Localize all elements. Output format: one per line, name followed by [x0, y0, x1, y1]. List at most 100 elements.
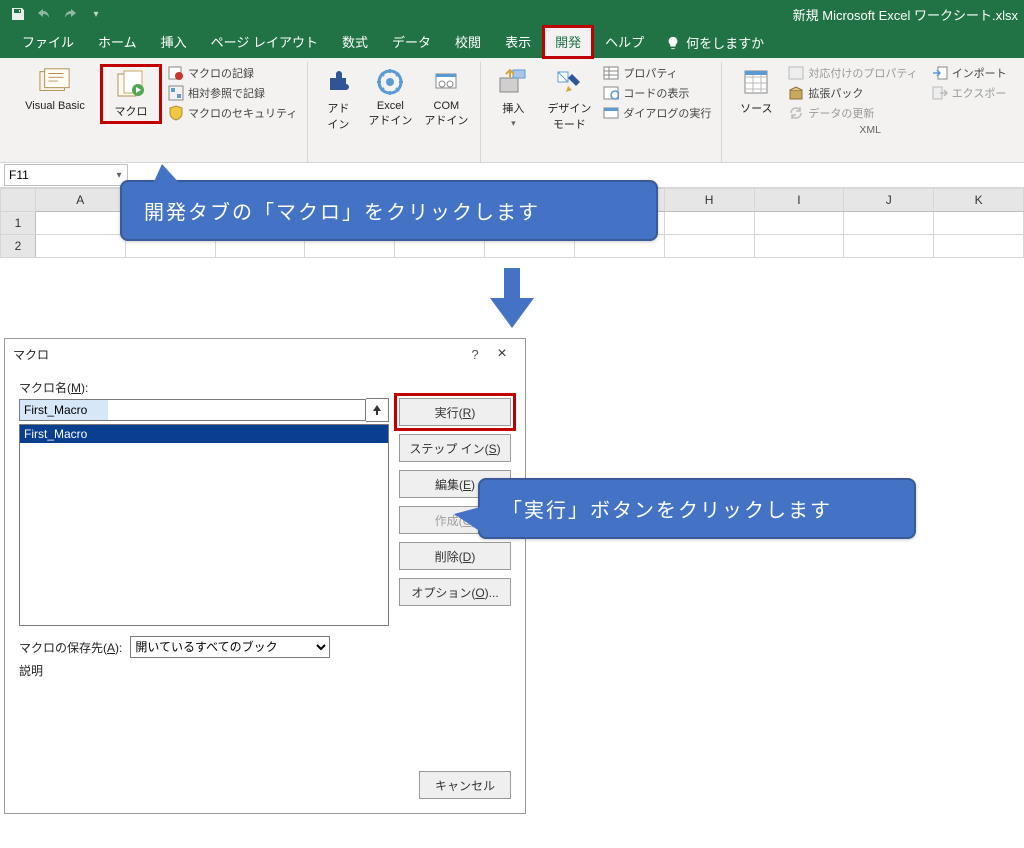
- expansion-pack-label: 拡張パック: [808, 85, 863, 101]
- tab-data[interactable]: データ: [380, 26, 443, 58]
- run-button[interactable]: 実行(R): [399, 398, 511, 426]
- record-macro-label: マクロの記録: [188, 65, 254, 81]
- group-xml-label: XML: [730, 122, 1010, 136]
- properties-button[interactable]: プロパティ: [601, 64, 713, 82]
- macro-list-item[interactable]: First_Macro: [20, 425, 388, 443]
- design-mode-label: デザイン モード: [547, 100, 591, 132]
- addins-icon: [322, 66, 354, 98]
- tellme-label: 何をしますか: [686, 33, 764, 52]
- options-button[interactable]: オプション(O)...: [399, 578, 511, 606]
- macro-dialog: マクロ ? × マクロ名(M):: [4, 338, 526, 814]
- refresh-icon: [788, 105, 804, 121]
- tellme-search[interactable]: 何をしますか: [656, 27, 774, 58]
- group-xml: ソース 対応付けのプロパティ 拡張パック データの更: [722, 62, 1018, 162]
- tab-review[interactable]: 校閲: [443, 26, 493, 58]
- com-addins-button[interactable]: COM アドイン: [420, 64, 472, 130]
- col-header[interactable]: K: [934, 189, 1024, 212]
- macro-security-icon: [168, 105, 184, 121]
- refresh-data-label: データの更新: [808, 105, 874, 121]
- expansion-pack-button[interactable]: 拡張パック: [786, 84, 919, 102]
- save-icon[interactable]: [10, 6, 26, 22]
- macro-list[interactable]: First_Macro: [19, 424, 389, 626]
- record-macro-button[interactable]: マクロの記録: [166, 64, 299, 82]
- name-box[interactable]: [4, 164, 128, 186]
- col-header[interactable]: H: [664, 189, 754, 212]
- row-header[interactable]: 2: [1, 235, 36, 258]
- select-all-corner[interactable]: [1, 189, 36, 212]
- step-in-button[interactable]: ステップ イン(S): [399, 434, 511, 462]
- excel-addins-button[interactable]: Excel アドイン: [364, 64, 416, 130]
- relative-ref-button[interactable]: 相対参照で記録: [166, 84, 299, 102]
- export-button: エクスポー: [930, 84, 1009, 102]
- macro-security-button[interactable]: マクロのセキュリティ: [166, 104, 299, 122]
- com-addins-label: COM アドイン: [424, 100, 468, 128]
- undo-icon[interactable]: [36, 6, 52, 22]
- design-mode-icon: [553, 66, 585, 98]
- macros-icon: [115, 69, 147, 101]
- tab-formulas[interactable]: 数式: [330, 26, 380, 58]
- properties-label: プロパティ: [623, 65, 677, 81]
- dialog-help-button[interactable]: ?: [463, 347, 487, 362]
- col-header[interactable]: J: [844, 189, 934, 212]
- qat-customize-icon[interactable]: ▾: [88, 6, 104, 22]
- source-button[interactable]: ソース: [730, 64, 782, 118]
- dialog-close-button[interactable]: ×: [487, 345, 517, 363]
- addins-button[interactable]: アド イン: [316, 64, 360, 134]
- group-addins: アド イン Excel アドイン COM アドイン: [308, 62, 481, 162]
- excel-addins-label: Excel アドイン: [368, 100, 412, 128]
- cancel-button[interactable]: キャンセル: [419, 771, 511, 799]
- range-selector-icon[interactable]: [366, 398, 389, 422]
- chevron-down-icon: ▾: [511, 118, 516, 129]
- macro-store-label: マクロの保存先(A):: [19, 639, 122, 656]
- macro-security-label: マクロのセキュリティ: [188, 105, 297, 121]
- tab-home[interactable]: ホーム: [86, 26, 149, 58]
- tab-view[interactable]: 表示: [493, 26, 543, 58]
- export-icon: [932, 85, 948, 101]
- insert-control-label: 挿入: [502, 100, 524, 116]
- visual-basic-button[interactable]: Visual Basic: [14, 64, 96, 114]
- flow-arrow-icon: [487, 268, 537, 328]
- tab-pagelayout[interactable]: ページ レイアウト: [199, 26, 330, 58]
- design-mode-button[interactable]: デザイン モード: [541, 64, 597, 134]
- relative-ref-label: 相対参照で記録: [188, 85, 265, 101]
- callout-macro-click-text: 開発タブの「マクロ」をクリックします: [144, 202, 540, 224]
- run-dialog-label: ダイアログの実行: [623, 105, 711, 121]
- import-button[interactable]: インポート: [930, 64, 1009, 82]
- insert-control-icon: [497, 66, 529, 98]
- tab-help[interactable]: ヘルプ: [593, 26, 656, 58]
- lightbulb-icon: [666, 36, 680, 50]
- map-properties-icon: [788, 65, 804, 81]
- col-header[interactable]: A: [35, 189, 125, 212]
- view-code-button[interactable]: コードの表示: [601, 84, 713, 102]
- col-header[interactable]: I: [754, 189, 844, 212]
- delete-button[interactable]: 削除(D): [399, 542, 511, 570]
- tab-insert[interactable]: 挿入: [149, 26, 199, 58]
- import-label: インポート: [952, 65, 1007, 81]
- titlebar: ▾ 新規 Microsoft Excel ワークシート.xlsx: [0, 0, 1024, 28]
- ribbon-tabs: ファイル ホーム 挿入 ページ レイアウト 数式 データ 校閲 表示 開発 ヘル…: [0, 28, 1024, 58]
- relative-ref-icon: [168, 85, 184, 101]
- insert-control-button[interactable]: 挿入 ▾: [489, 64, 537, 131]
- macro-name-input[interactable]: [19, 399, 366, 421]
- excel-addins-icon: [374, 66, 406, 98]
- row-header[interactable]: 1: [1, 212, 36, 235]
- macros-button[interactable]: マクロ: [105, 67, 157, 121]
- ribbon: Visual Basic マクロ マクロの記録: [0, 58, 1024, 163]
- view-code-label: コードの表示: [623, 85, 689, 101]
- expansion-pack-icon: [788, 85, 804, 101]
- tab-file[interactable]: ファイル: [10, 26, 86, 58]
- run-dialog-button[interactable]: ダイアログの実行: [601, 104, 713, 122]
- redo-icon[interactable]: [62, 6, 78, 22]
- visual-basic-icon: [39, 66, 71, 98]
- view-code-icon: [603, 85, 619, 101]
- addins-label: アド イン: [327, 100, 349, 132]
- macro-store-select[interactable]: 開いているすべてのブック: [130, 636, 330, 658]
- source-label: ソース: [740, 100, 772, 116]
- source-icon: [740, 66, 772, 98]
- callout-run-click: 「実行」ボタンをクリックします: [478, 478, 916, 539]
- window-title: 新規 Microsoft Excel ワークシート.xlsx: [104, 5, 1024, 24]
- tab-developer[interactable]: 開発: [543, 26, 593, 58]
- refresh-data-button: データの更新: [786, 104, 919, 122]
- dialog-title: マクロ: [13, 346, 463, 363]
- macros-label: マクロ: [115, 103, 148, 119]
